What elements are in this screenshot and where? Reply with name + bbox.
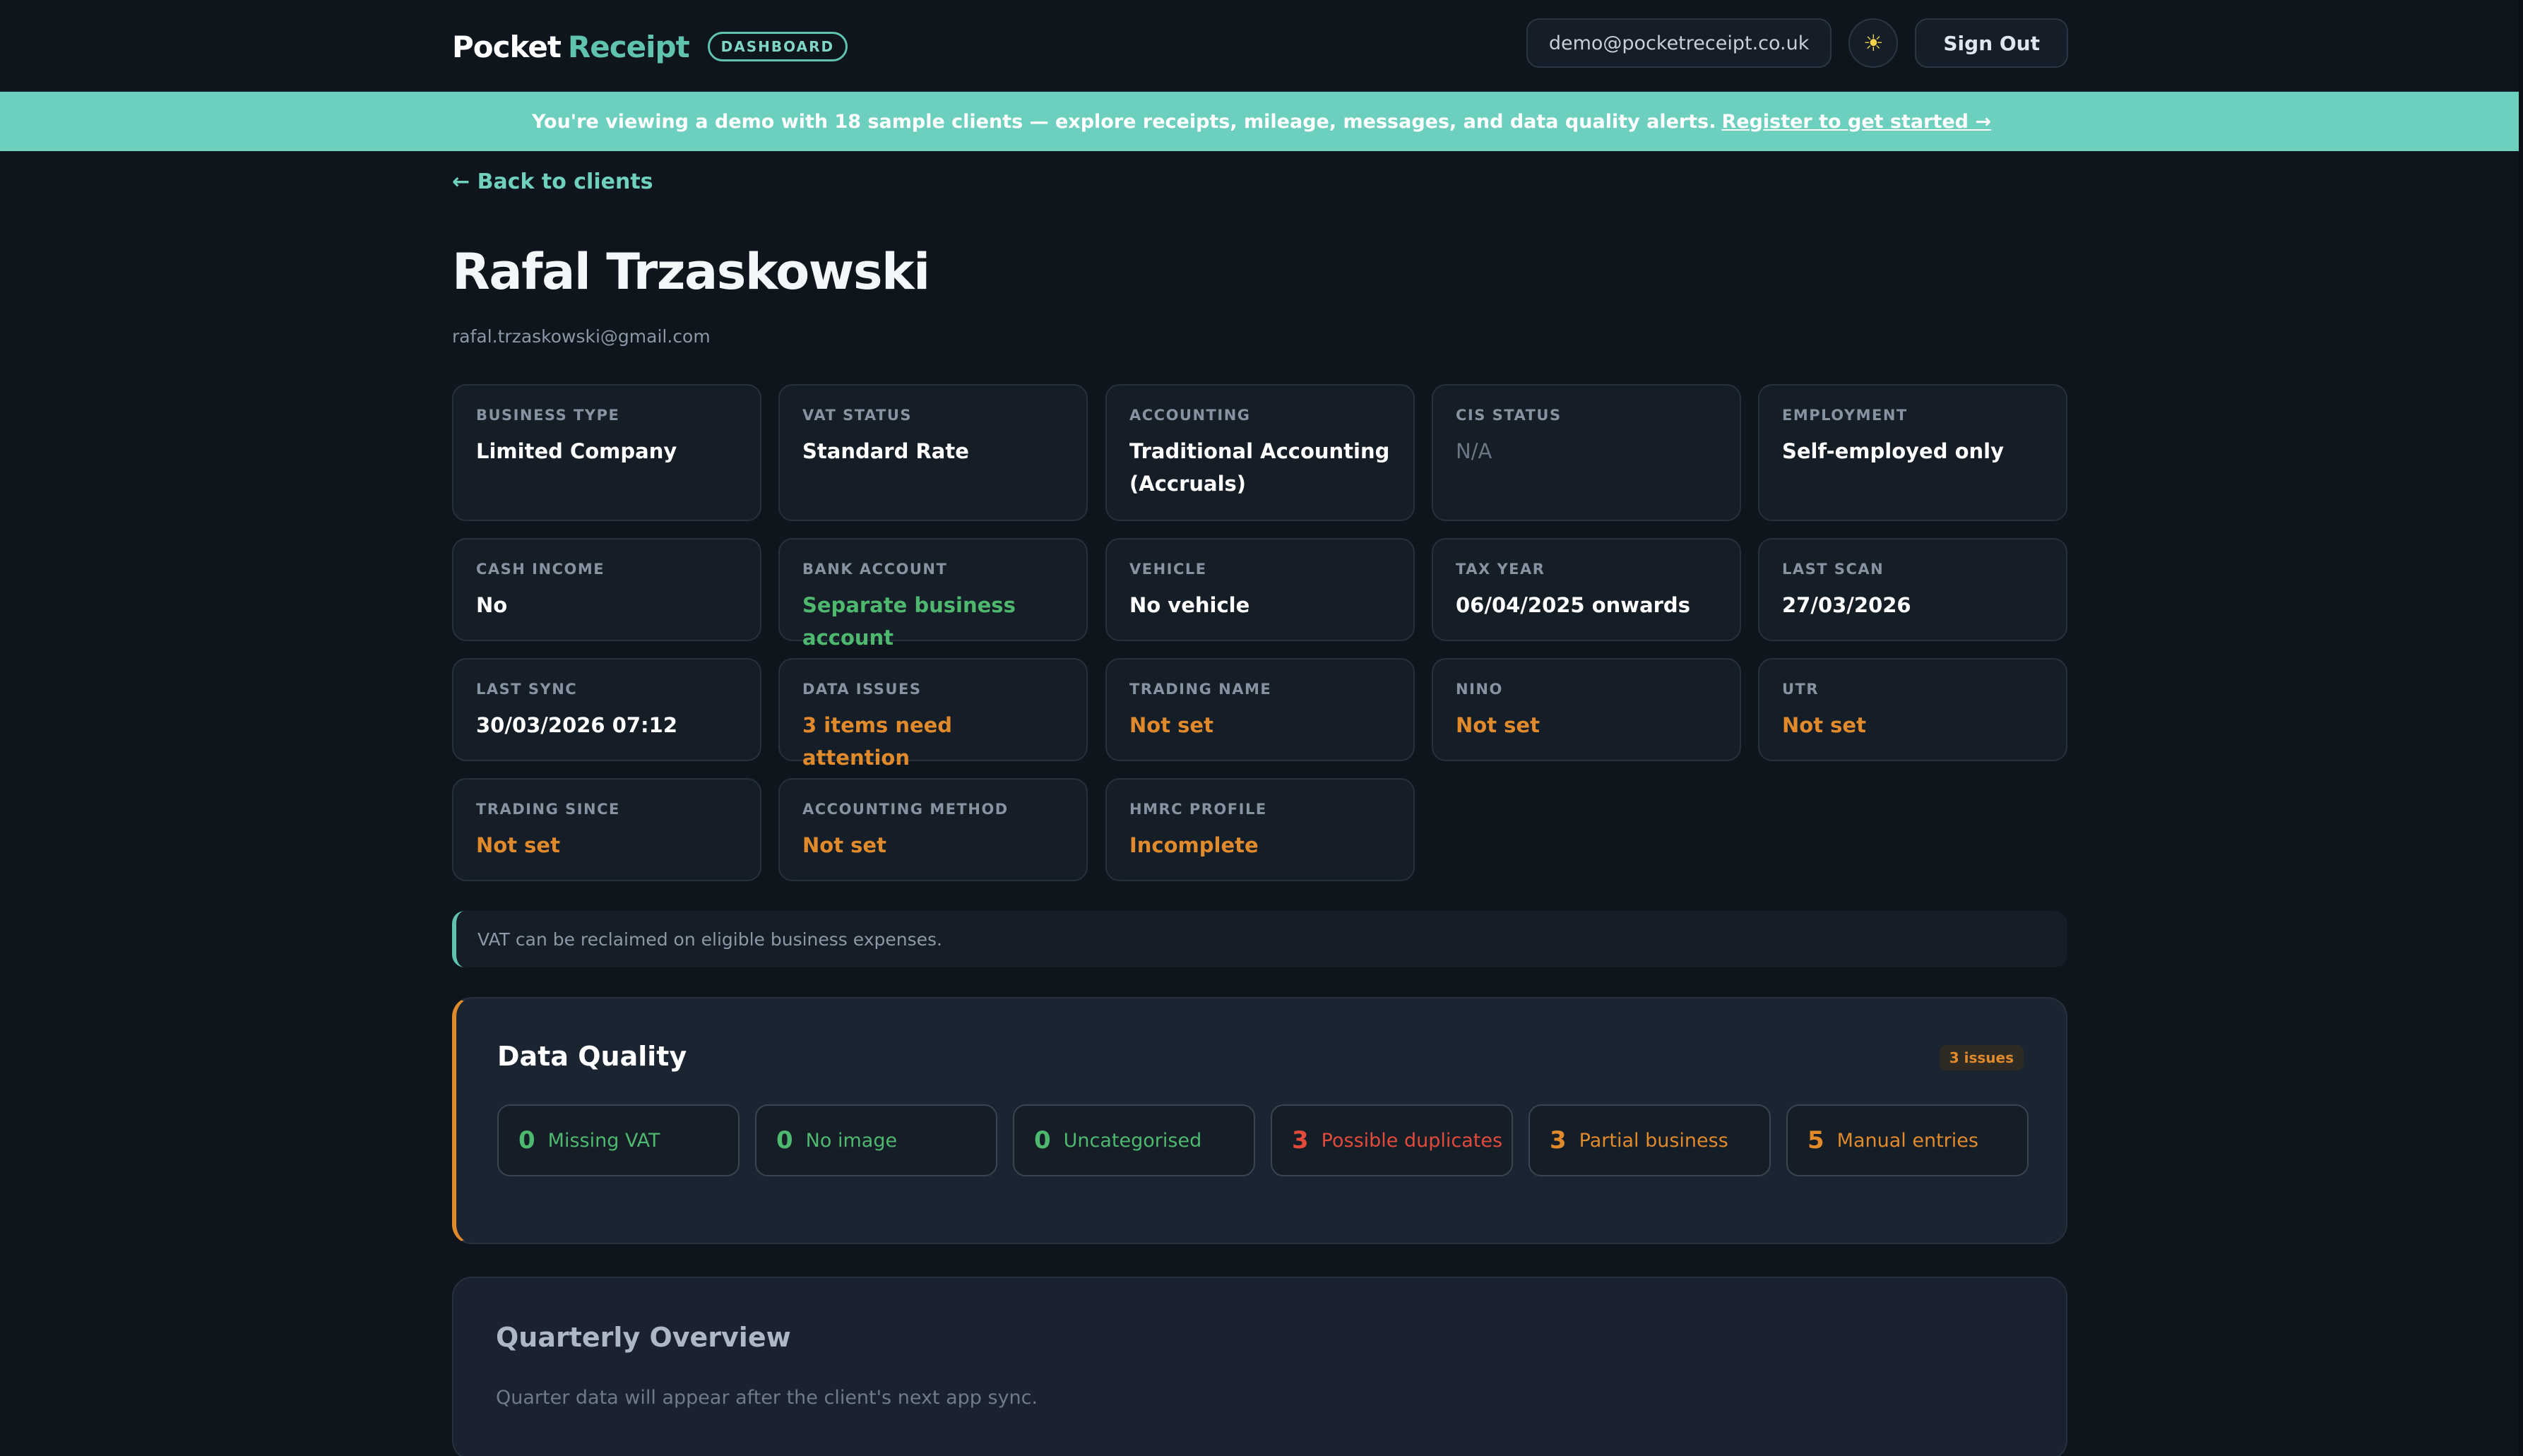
card-label: Accounting Method: [802, 801, 1009, 818]
card-label: Vehicle: [1129, 561, 1207, 578]
card-trading-since: Trading Since Not set: [452, 778, 761, 881]
card-vehicle: Vehicle No vehicle: [1105, 538, 1415, 641]
card-label: CIS Status: [1456, 407, 1562, 424]
card-cis-status: CIS Status N/A: [1432, 384, 1741, 521]
card-value: Not set: [476, 833, 560, 857]
card-label: Employment: [1782, 407, 1908, 424]
card-value: Self-employed only: [1782, 439, 2004, 463]
dq-partial-business[interactable]: 3 Partial business: [1528, 1104, 1771, 1176]
card-value: Limited Company: [476, 439, 677, 463]
dq-count: 3: [1550, 1126, 1567, 1154]
card-label: Trading Name: [1129, 681, 1272, 698]
dq-possible-duplicates[interactable]: 3 Possible duplicates: [1271, 1104, 1513, 1176]
brand-name: Pocket Receipt: [452, 29, 690, 64]
card-value: 06/04/2025 onwards: [1456, 593, 1690, 617]
card-value: Standard Rate: [802, 439, 969, 463]
card-value: Not set: [1456, 713, 1540, 737]
card-value: N/A: [1456, 439, 1492, 463]
data-quality-title: Data Quality: [497, 1041, 687, 1072]
dashboard-badge: DASHBOARD: [707, 32, 848, 61]
theme-toggle-button[interactable]: ☀: [1848, 18, 1899, 68]
dq-count: 0: [776, 1126, 793, 1154]
card-label: Accounting: [1129, 407, 1251, 424]
dq-count: 0: [518, 1126, 535, 1154]
issues-badge: 3 issues: [1939, 1045, 2024, 1070]
card-value: Separate business account: [802, 593, 1016, 650]
dq-manual-entries[interactable]: 5 Manual entries: [1786, 1104, 2029, 1176]
page-title: Rafal Trzaskowski: [452, 243, 930, 301]
back-to-clients-link[interactable]: ← Back to clients: [452, 169, 653, 194]
card-tax-year: Tax Year 06/04/2025 onwards: [1432, 538, 1741, 641]
dq-count: 3: [1292, 1126, 1309, 1154]
card-data-issues[interactable]: Data Issues 3 items need attention: [778, 658, 1088, 770]
dq-label: Possible duplicates: [1321, 1129, 1503, 1152]
banner-text: You're viewing a demo with 18 sample cli…: [531, 110, 1716, 133]
data-quality-items: 0 Missing VAT 0 No image 0 Uncategorised…: [497, 1104, 2029, 1176]
card-value: Traditional Accounting (Accruals): [1129, 439, 1390, 496]
top-header: Pocket Receipt DASHBOARD demo@pocketrecei…: [0, 0, 2523, 92]
card-label: VAT Status: [802, 407, 913, 424]
dq-count: 0: [1034, 1126, 1051, 1154]
card-label: UTR: [1782, 681, 1819, 698]
dq-missing-vat[interactable]: 0 Missing VAT: [497, 1104, 740, 1176]
card-label: Last Scan: [1782, 561, 1884, 578]
card-value: Not set: [802, 833, 886, 857]
card-label: Tax Year: [1456, 561, 1545, 578]
dq-label: Partial business: [1579, 1129, 1728, 1152]
card-nino: NINO Not set: [1432, 658, 1741, 761]
card-value: Not set: [1129, 713, 1213, 737]
card-vat-status: VAT Status Standard Rate: [778, 384, 1088, 521]
card-bank-account: Bank Account Separate business account: [778, 538, 1088, 650]
header-actions: demo@pocketreceipt.co.uk ☀ Sign Out: [1526, 18, 2068, 68]
dq-label: Missing VAT: [547, 1129, 660, 1152]
quarterly-overview-text: Quarter data will appear after the clien…: [496, 1387, 1038, 1409]
card-label: Data Issues: [802, 681, 922, 698]
dq-label: Uncategorised: [1063, 1129, 1202, 1152]
dq-no-image[interactable]: 0 No image: [755, 1104, 997, 1176]
card-accounting-method: Accounting Method Not set: [778, 778, 1088, 881]
card-value: Not set: [1782, 713, 1866, 737]
card-business-type: Business Type Limited Company: [452, 384, 761, 521]
card-accounting: Accounting Traditional Accounting (Accru…: [1105, 384, 1415, 521]
card-label: Trading Since: [476, 801, 620, 818]
card-value: 27/03/2026: [1782, 593, 1911, 617]
card-value: No vehicle: [1129, 593, 1250, 617]
card-cash-income: Cash Income No: [452, 538, 761, 641]
card-employment: Employment Self-employed only: [1758, 384, 2067, 521]
card-trading-name: Trading Name Not set: [1105, 658, 1415, 761]
card-value: 3 items need attention: [802, 713, 953, 770]
page: Pocket Receipt DASHBOARD demo@pocketrecei…: [0, 0, 2523, 1456]
brand-logo[interactable]: Pocket Receipt DASHBOARD: [452, 27, 848, 66]
user-email[interactable]: demo@pocketreceipt.co.uk: [1526, 18, 1832, 68]
quarterly-overview-title: Quarterly Overview: [496, 1322, 791, 1353]
sign-out-button[interactable]: Sign Out: [1915, 18, 2068, 68]
card-label: NINO: [1456, 681, 1503, 698]
card-label: Bank Account: [802, 561, 948, 578]
dq-uncategorised[interactable]: 0 Uncategorised: [1013, 1104, 1255, 1176]
card-label: Business Type: [476, 407, 620, 424]
card-value: 30/03/2026 07:12: [476, 713, 678, 737]
card-last-scan: Last Scan 27/03/2026: [1758, 538, 2067, 641]
register-link[interactable]: Register to get started →: [1721, 111, 1991, 133]
card-value: No: [476, 593, 508, 617]
data-quality-panel: Data Quality 3 issues 0 Missing VAT 0 No…: [452, 997, 2067, 1244]
quarterly-overview-panel: Quarterly Overview Quarter data will app…: [452, 1277, 2067, 1456]
scrollbar[interactable]: [2519, 0, 2523, 1456]
card-utr: UTR Not set: [1758, 658, 2067, 761]
dq-label: Manual entries: [1836, 1129, 1978, 1152]
sun-icon: ☀: [1863, 30, 1884, 56]
client-email: rafal.trzaskowski@gmail.com: [452, 326, 711, 347]
vat-note: VAT can be reclaimed on eligible busines…: [452, 911, 2067, 967]
card-label: HMRC Profile: [1129, 801, 1267, 818]
card-hmrc-profile: HMRC Profile Incomplete: [1105, 778, 1415, 881]
card-label: Cash Income: [476, 561, 605, 578]
card-value: Incomplete: [1129, 833, 1259, 857]
dq-count: 5: [1807, 1126, 1824, 1154]
demo-banner: You're viewing a demo with 18 sample cli…: [0, 92, 2523, 151]
card-label: Last Sync: [476, 681, 578, 698]
card-last-sync: Last Sync 30/03/2026 07:12: [452, 658, 761, 761]
dq-label: No image: [805, 1129, 898, 1152]
